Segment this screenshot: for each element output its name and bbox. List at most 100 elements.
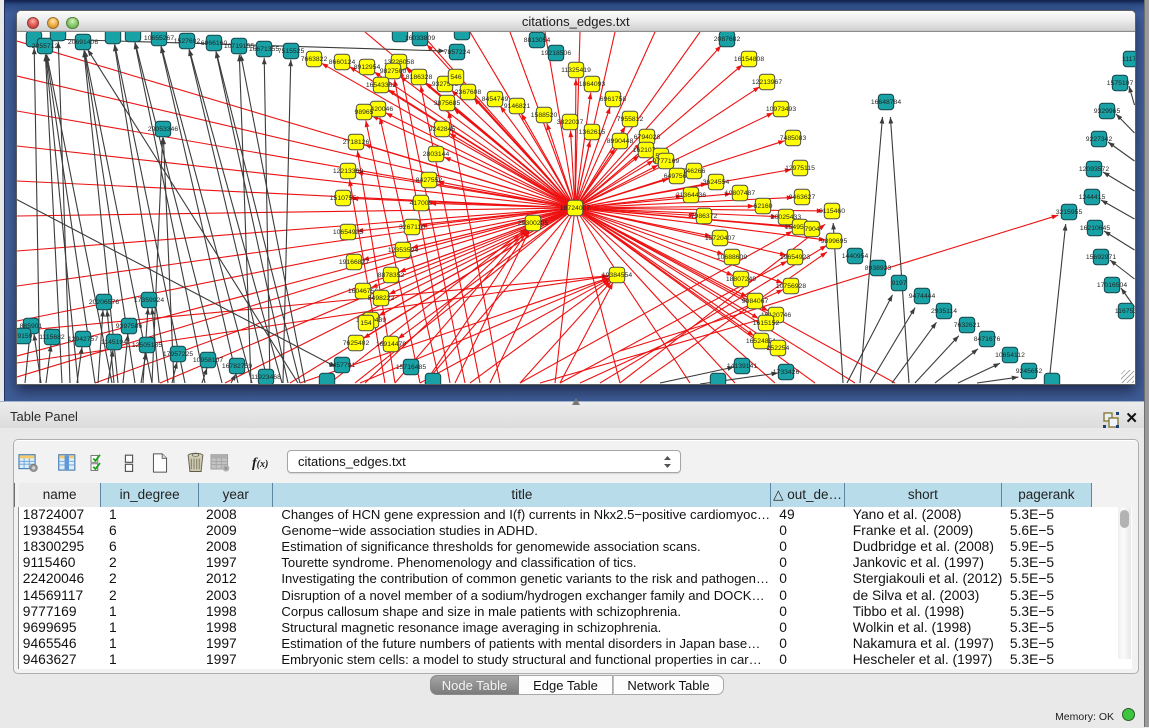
svg-text:3822037: 3822037 [557,119,584,126]
svg-text:25300205: 25300205 [518,220,548,227]
svg-text:9457791: 9457791 [329,362,356,369]
svg-text:746266: 746266 [683,168,706,175]
svg-text:17359924: 17359924 [134,297,164,304]
svg-text:9115460: 9115460 [819,208,845,215]
svg-text:2718126: 2718126 [343,139,370,146]
svg-text:2087682: 2087682 [714,36,741,43]
svg-text:3875685: 3875685 [434,100,461,107]
svg-text:1244415: 1244415 [1079,194,1106,201]
svg-text:16543362: 16543362 [366,82,396,89]
svg-text:1588520: 1588520 [531,112,558,119]
svg-text:16154808: 16154808 [734,56,764,63]
svg-text:12213369: 12213369 [333,168,363,175]
svg-text:1864093: 1864093 [579,81,606,88]
svg-text:3267110: 3267110 [399,224,425,231]
svg-text:9777169: 9777169 [653,158,680,165]
svg-text:1440954: 1440954 [842,253,869,260]
svg-text:19654923: 19654923 [780,254,810,261]
svg-text:7663822: 7663822 [301,56,328,63]
svg-text:12505185: 12505185 [132,342,162,349]
svg-text:8427552: 8427552 [416,177,443,184]
svg-text:10655267: 10655267 [144,35,174,42]
svg-text:3624554: 3624554 [703,179,730,186]
svg-text:12942757: 12942757 [68,336,98,343]
svg-text:20206576: 20206576 [89,299,119,306]
svg-text:1733426: 1733426 [773,369,800,376]
svg-text:7632621: 7632621 [954,322,981,329]
svg-text:8912954: 8912954 [354,64,381,71]
svg-text:11174: 11174 [1122,56,1134,63]
svg-text:12213967: 12213967 [752,79,782,86]
svg-text:98965: 98965 [355,109,374,116]
svg-text:10654112: 10654112 [995,352,1025,359]
svg-text:16671355: 16671355 [249,46,279,53]
svg-text:9899695: 9899695 [821,238,848,245]
svg-text:9197: 9197 [891,280,906,287]
svg-text:7857224: 7857224 [444,49,471,56]
svg-text:9474444: 9474444 [909,293,936,300]
svg-text:7904: 7904 [804,226,819,233]
svg-text:1115682: 1115682 [39,334,65,341]
svg-text:7625402: 7625402 [343,340,370,347]
svg-text:17957225: 17957225 [163,351,193,358]
svg-text:2055712: 2055712 [32,43,59,50]
svg-text:8878352: 8878352 [378,272,405,279]
svg-text:10807487: 10807487 [725,190,755,197]
svg-text:17016504: 17016504 [1097,282,1127,289]
svg-text:9227342: 9227342 [1086,136,1113,143]
svg-text:9245652: 9245652 [1016,368,1043,375]
svg-text:10958107: 10958107 [193,357,223,364]
svg-text:2935114: 2935114 [931,308,957,315]
svg-text:6794028: 6794028 [634,134,661,141]
svg-text:1575107: 1575107 [1107,80,1134,87]
svg-text:19166827: 19166827 [339,259,369,266]
svg-text:62160: 62160 [754,203,773,210]
svg-text:10973493: 10973493 [766,106,796,113]
svg-text:8813054: 8813054 [524,37,551,44]
svg-text:16782759: 16782759 [222,363,252,370]
svg-text:9827500: 9827500 [380,68,407,75]
svg-text:8454749: 8454749 [482,96,509,103]
svg-text:417005: 417005 [410,200,433,207]
svg-text:252254: 252254 [767,345,790,352]
svg-text:5498222: 5498222 [368,295,395,302]
svg-text:19384554: 19384554 [602,272,632,279]
svg-text:10756928: 10756928 [776,283,806,290]
svg-text:9463627: 9463627 [789,194,816,201]
svg-text:18724007: 18724007 [560,205,590,212]
svg-text:7955812: 7955812 [617,116,644,123]
svg-text:8938923: 8938923 [865,265,892,272]
svg-text:19218506: 19218506 [541,50,571,57]
svg-text:2803144: 2803144 [423,151,450,158]
svg-text:2367608: 2367608 [455,89,482,96]
svg-text:10688609: 10688609 [717,254,747,261]
svg-text:16914479: 16914479 [376,341,406,348]
svg-text:6961758: 6961758 [600,96,627,103]
svg-text:18807249: 18807249 [726,276,756,283]
svg-text:8990448: 8990448 [607,138,634,145]
svg-text:9329965: 9329965 [1094,108,1121,115]
svg-text:12353594: 12353594 [388,247,418,254]
svg-text:15716485: 15716485 [396,364,426,371]
svg-text:20691406: 20691406 [68,39,98,46]
svg-text:12093572: 12093572 [1079,166,1109,173]
svg-text:11923468: 11923468 [251,374,281,381]
svg-text:10654925: 10654925 [333,229,363,236]
svg-text:16210645: 16210645 [1080,225,1110,232]
svg-text:9397586: 9397586 [116,323,143,330]
svg-text:154: 154 [360,320,372,327]
svg-text:21364436: 21364436 [676,192,706,199]
svg-text:12975115: 12975115 [785,165,815,172]
svg-text:1615152: 1615152 [753,320,780,327]
svg-text:116753: 116753 [1115,308,1135,315]
svg-text:9242845: 9242845 [429,126,456,133]
svg-text:1145194: 1145194 [101,339,127,346]
svg-text:546: 546 [450,74,462,81]
svg-text:7485083: 7485083 [780,135,807,142]
svg-text:1362615: 1362615 [579,129,606,136]
svg-text:15720407: 15720407 [705,235,735,242]
svg-text:15692971: 15692971 [1086,254,1116,261]
svg-text:29053346: 29053346 [148,126,178,133]
svg-text:8471676: 8471676 [974,336,1001,343]
svg-text:9084067: 9084067 [742,298,769,305]
